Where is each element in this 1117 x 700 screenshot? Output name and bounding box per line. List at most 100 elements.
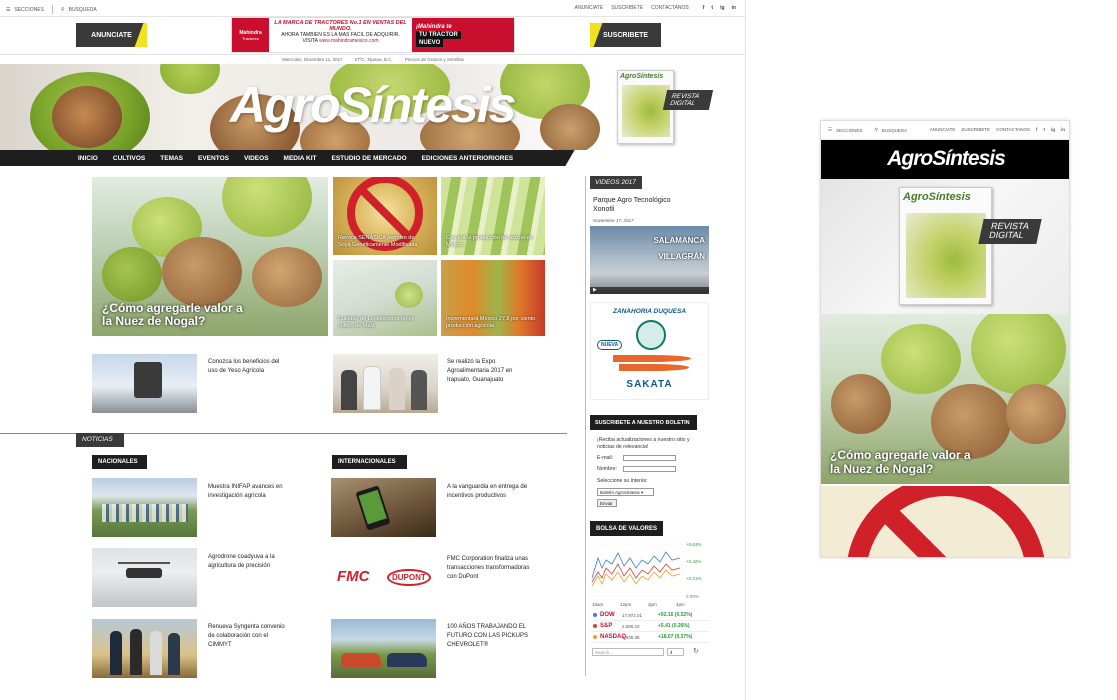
mobile-link-anunciate[interactable]: ANUNCIATE <box>930 127 956 132</box>
facebook-icon[interactable]: f <box>703 5 705 11</box>
fmc-logo: FMC <box>337 568 370 585</box>
interest-select[interactable]: Boletín Agrosíntesis ▾ <box>597 488 654 496</box>
news-incentivos[interactable]: A la vanguardia en entrega de incentivos… <box>447 483 537 501</box>
sakata-ad[interactable]: ZANAHORIA DUQUESA NUEVA SAKATA <box>590 302 709 400</box>
video-player[interactable]: SALAMANCA VILLAGRÁN ▶ <box>590 226 709 294</box>
mahindra-ad-banner[interactable]: Mahindra Tractores LA MARCA DE TRACTORES … <box>231 17 515 53</box>
nav-ediciones[interactable]: EDICIONES ANTERIORIORES <box>422 155 514 162</box>
search-link[interactable]: BUSQUEDA <box>69 7 97 13</box>
news-thumb-inifap[interactable] <box>92 478 197 537</box>
noticias-tag: NOTICIAS <box>76 433 124 447</box>
mobile-link-suscribete[interactable]: SUSCRIBETE <box>961 127 990 132</box>
facebook-icon[interactable]: f <box>1036 127 1038 132</box>
search-icon[interactable]: ⚲ <box>875 127 878 133</box>
nav-estudio-mercado[interactable]: ESTUDIO DE MERCADO <box>332 155 407 162</box>
story-thumb-yeso[interactable] <box>92 354 197 413</box>
y-label: 0.00% <box>686 594 699 599</box>
stock-market-tag: BOLSA DE VALORES <box>590 521 663 536</box>
mobile-sections-link[interactable]: SECCIONES <box>836 128 863 133</box>
news-thumb-fmc-dupont[interactable]: FMC DUPONT <box>331 548 436 607</box>
advertise-button[interactable]: ANUNCIATE <box>76 23 147 47</box>
featured-tile-azucar[interactable]: Crecerá la producción de azúcar en Méxic… <box>441 177 545 255</box>
chevron-down-icon: ▾ <box>641 490 644 495</box>
news-thumb-agrodrone[interactable] <box>92 548 197 607</box>
news-thumb-syngenta[interactable] <box>92 619 197 678</box>
site-logo[interactable]: AgroSíntesis <box>230 76 516 134</box>
grain-prices-link[interactable]: Precios de Granos y Semillas <box>405 57 464 62</box>
mobile-search-link[interactable]: BUSQUEDA <box>882 128 907 133</box>
stock-search-input[interactable]: Search... <box>592 648 664 656</box>
story-thumb-expo[interactable] <box>333 354 438 413</box>
carrot-icon <box>619 364 689 371</box>
send-button[interactable]: Enviar <box>597 499 617 507</box>
news-fmc-dupont[interactable]: FMC Corporation finaliza unas transaccio… <box>447 555 532 582</box>
current-date: Miercoles, Diciembre 11, 2017 <box>282 57 343 62</box>
carrot-icon <box>613 355 691 362</box>
mobile-next-story[interactable] <box>821 486 1069 557</box>
video-date: Noviembre 17, 2017 <box>593 218 634 223</box>
video-title[interactable]: Parque Agro Tecnológico Xonotli <box>593 196 683 214</box>
digital-magazine-badge[interactable]: REVISTA DIGITAL <box>662 90 714 110</box>
featured-tile-lepidopteros[interactable]: Cuidado de Lepidópteros en el cultivo de… <box>333 260 437 336</box>
search-icon[interactable]: ⚲ <box>61 7 65 13</box>
mobile-featured-story[interactable]: ¿Cómo agregarle valor a la Nuez de Nogal… <box>821 314 1069 484</box>
ad-url: www.mahindramexico.com <box>319 38 379 44</box>
news-thumb-incentivos[interactable] <box>331 478 436 537</box>
video-controls[interactable]: ▶ <box>590 287 709 294</box>
news-chevrolet[interactable]: 100 AÑOS TRABAJANDO EL FUTURO CON LAS PI… <box>447 623 537 650</box>
email-field[interactable] <box>623 455 676 461</box>
news-thumb-chevrolet[interactable] <box>331 619 436 678</box>
x-label: 2pm <box>648 602 657 607</box>
top-link-suscribete[interactable]: SUSCRIBETE <box>611 5 643 11</box>
mobile-magazine-cover[interactable]: AgroSíntesis <box>899 187 992 305</box>
featured-tile-produccion[interactable]: Incrementará México 27.8 por ciento prod… <box>441 260 545 336</box>
news-agrodrone[interactable]: Agrodrone coadyuva a la agricultura de p… <box>208 553 288 571</box>
top-link-contactanos[interactable]: CONTACTANOS <box>651 5 689 11</box>
menu-icon[interactable]: ☰ <box>6 7 10 13</box>
play-icon[interactable]: ▶ <box>593 287 597 293</box>
linkedin-icon[interactable]: in <box>1061 127 1065 132</box>
refresh-icon[interactable]: ↻ <box>693 647 699 655</box>
stock-row-dow[interactable]: DOW 17,972.01 +92.16 (0.52%) <box>590 610 709 621</box>
nav-inicio[interactable]: INICIO <box>78 155 98 162</box>
mobile-site-logo[interactable]: AgroSíntesis <box>821 140 1069 179</box>
nav-videos[interactable]: VIDEOS <box>244 155 269 162</box>
desktop-layout: ☰ SECCIONES ⚲ BUSQUEDA ANUNCIATE SUSCRIB… <box>0 0 746 700</box>
menu-icon[interactable]: ☰ <box>828 127 832 133</box>
news-inifap[interactable]: Muestra INIFAP avances en investigación … <box>208 483 288 501</box>
internacionales-label[interactable]: INTERNACIONALES <box>332 455 407 469</box>
nacionales-label[interactable]: NACIONALES <box>92 455 147 469</box>
stock-row-nasdaq[interactable]: NASDAQ 4,935.38 +18.07 (0.37%) <box>590 632 709 643</box>
featured-tile-senasica[interactable]: Revoca SENASICA permiso de Soya Genética… <box>333 177 437 255</box>
name-field[interactable] <box>623 466 676 472</box>
nueva-badge: NUEVA <box>597 340 623 350</box>
nav-cultivos[interactable]: CULTIVOS <box>113 155 145 162</box>
instagram-icon[interactable]: ig <box>720 5 724 11</box>
mobile-featured-caption: ¿Cómo agregarle valor a la Nuez de Nogal… <box>830 448 971 476</box>
sections-link[interactable]: SECCIONES <box>14 7 43 13</box>
twitter-icon[interactable]: t <box>1044 127 1046 132</box>
twitter-icon[interactable]: t <box>711 5 713 11</box>
mobile-magazine-badge[interactable]: REVISTA DIGITAL <box>978 219 1042 244</box>
instagram-icon[interactable]: ig <box>1051 127 1055 132</box>
nav-media-kit[interactable]: MEDIA KIT <box>284 155 317 162</box>
stock-row-sp[interactable]: S&P 2,086.23 +5.41 (0.26%) <box>590 621 709 632</box>
subscribe-button[interactable]: SUSCRIBETE <box>590 23 661 47</box>
top-link-anunciate[interactable]: ANUNCIATE <box>575 5 604 11</box>
nav-eventos[interactable]: EVENTOS <box>198 155 229 162</box>
story-yeso[interactable]: Conozca los beneficios del uso de Yeso A… <box>208 358 288 376</box>
stock-chart: +0.63% +0.42% +0.21% 0.00% 10am 12pm 2pm… <box>591 542 701 607</box>
email-label: E-mail: <box>597 455 614 461</box>
story-expo[interactable]: Se realizó la Expo Agroalimentaria 2017 … <box>447 358 527 385</box>
nav-temas[interactable]: TEMAS <box>160 155 183 162</box>
sakata-ad-title: ZANAHORIA DUQUESA <box>612 308 687 315</box>
news-syngenta[interactable]: Renueva Syngenta convenio de colaboració… <box>208 623 288 650</box>
linkedin-icon[interactable]: in <box>732 5 736 11</box>
header: ANUNCIATE Mahindra Tractores LA MARCA DE … <box>0 17 745 54</box>
mobile-link-contactanos[interactable]: CONTACTANOS <box>996 127 1030 132</box>
featured-main-story[interactable]: ¿Cómo agregarle valor a la Nuez de Nogal… <box>92 177 328 336</box>
x-label: 4pm <box>676 602 685 607</box>
mahindra-logo: Mahindra Tractores <box>232 18 269 52</box>
stock-range-select[interactable]: 4 <box>667 648 684 656</box>
dupont-logo: DUPONT <box>387 569 431 586</box>
